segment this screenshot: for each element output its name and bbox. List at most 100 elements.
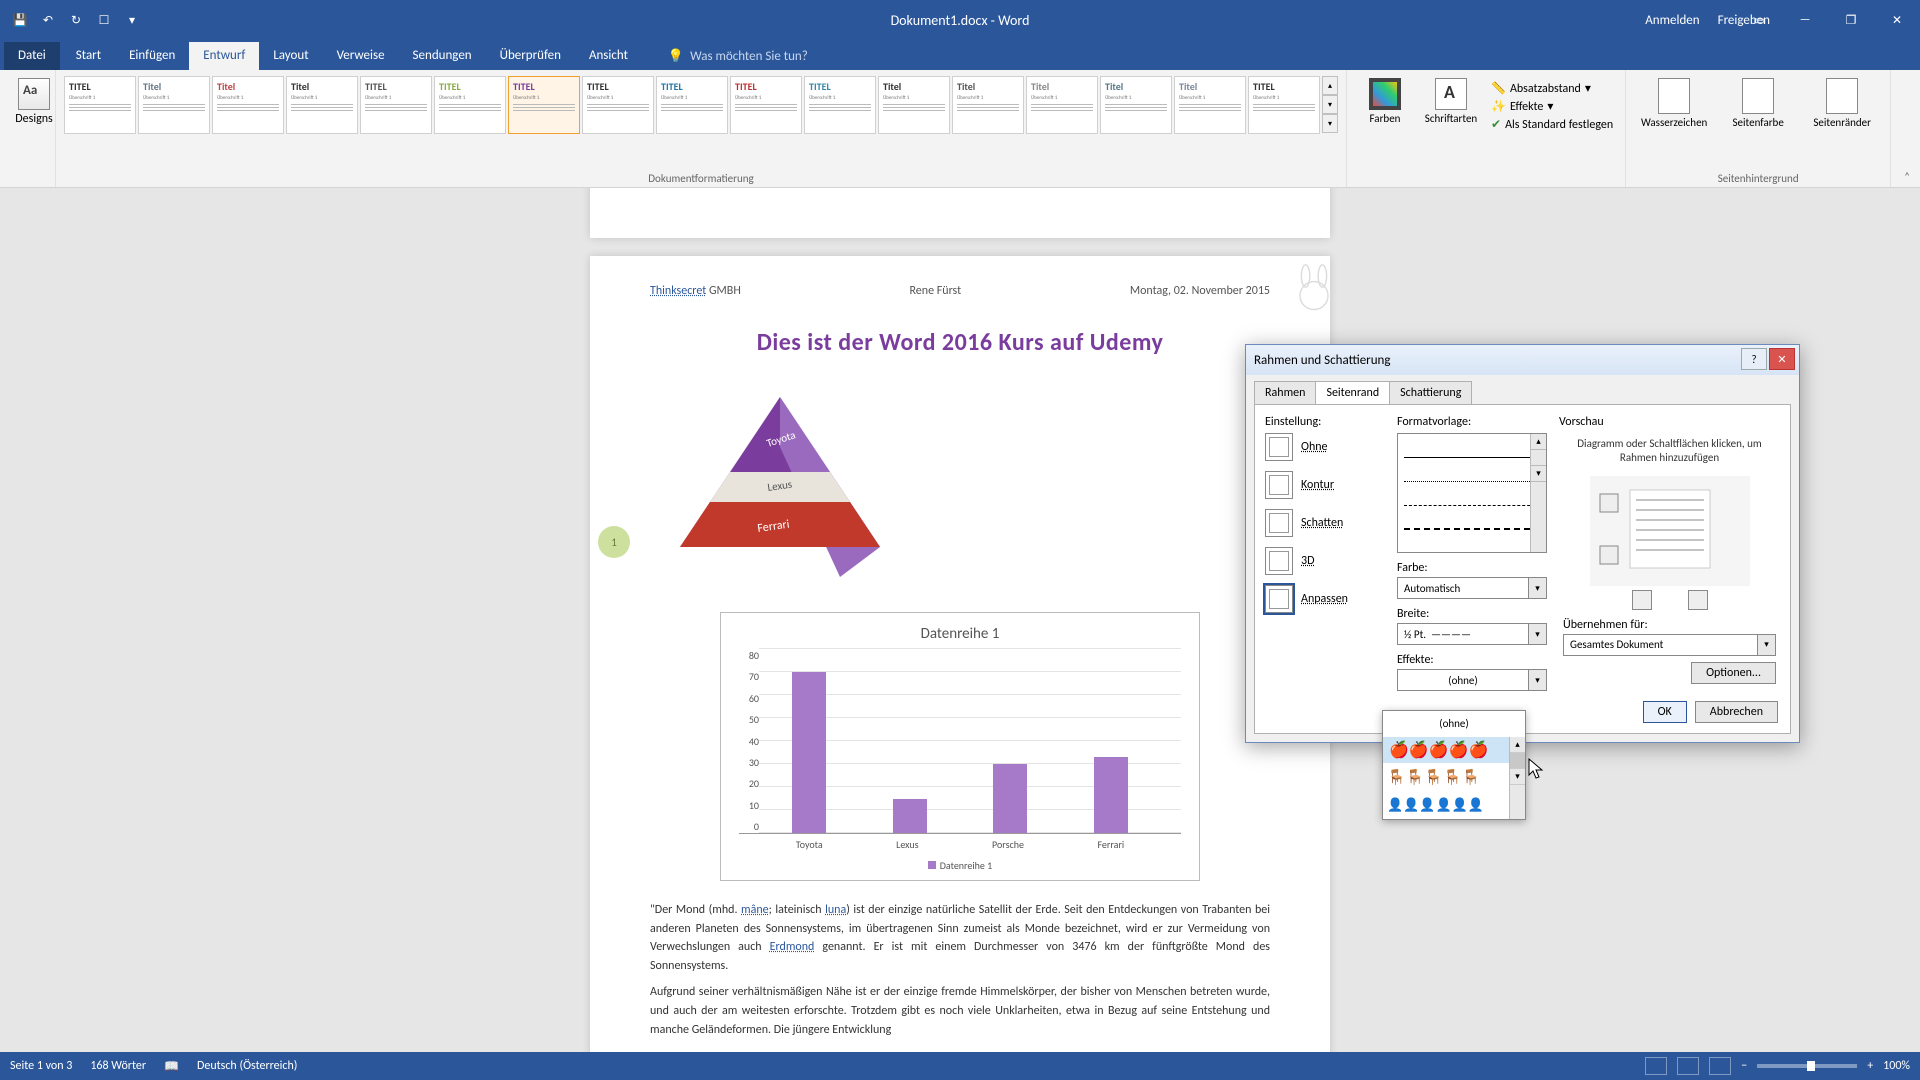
- einstellung-label: Einstellung:: [1265, 415, 1385, 429]
- undo-icon[interactable]: ↶: [36, 8, 60, 32]
- effekte-label: Effekte:: [1397, 653, 1547, 667]
- zoom-out-icon[interactable]: −: [1741, 1059, 1747, 1073]
- border-bottom-right-button[interactable]: [1688, 590, 1708, 610]
- view-web-icon[interactable]: [1709, 1057, 1731, 1075]
- ribbon-display-icon[interactable]: ▭: [1736, 0, 1782, 40]
- style-gallery-item[interactable]: TITELÜberschrift 1: [64, 76, 136, 134]
- minimize-icon[interactable]: —: [1782, 0, 1828, 40]
- header-company: Thinksecret: [650, 284, 706, 298]
- opt-ohne[interactable]: Ohne: [1265, 433, 1385, 461]
- dialog-titlebar[interactable]: Rahmen und Schattierung ? ✕: [1246, 345, 1799, 375]
- tab-start[interactable]: Start: [62, 42, 115, 70]
- fx-scrollbar[interactable]: ▴ ▾: [1509, 737, 1525, 819]
- view-print-icon[interactable]: [1677, 1057, 1699, 1075]
- fx-item-none[interactable]: (ohne): [1383, 711, 1525, 737]
- dialog-tab-seitenrand[interactable]: Seitenrand: [1315, 381, 1390, 404]
- dialog-tab-rahmen[interactable]: Rahmen: [1254, 381, 1316, 404]
- uebernehmen-combo[interactable]: Gesamtes Dokument▾: [1563, 634, 1776, 656]
- ok-button[interactable]: OK: [1643, 701, 1687, 723]
- check-icon: ✔: [1491, 117, 1501, 132]
- border-bottom-left-button[interactable]: [1632, 590, 1652, 610]
- style-gallery-item[interactable]: TitelÜberschrift 1: [138, 76, 210, 134]
- style-gallery-item[interactable]: TitelÜberschrift 1: [286, 76, 358, 134]
- style-gallery-item[interactable]: TitelÜberschrift 1: [1100, 76, 1172, 134]
- schriftarten-button[interactable]: Schriftarten: [1421, 78, 1481, 133]
- opt-kontur[interactable]: Kontur: [1265, 471, 1385, 499]
- preview-diagram[interactable]: [1590, 476, 1750, 586]
- style-gallery-item[interactable]: TitelÜberschrift 1: [1026, 76, 1098, 134]
- collapse-ribbon-icon[interactable]: ˄: [1898, 168, 1916, 185]
- signin-link[interactable]: Anmelden: [1645, 13, 1699, 28]
- fx-item-apples[interactable]: 🍎🍎🍎🍎🍎: [1383, 737, 1525, 763]
- tab-layout[interactable]: Layout: [259, 42, 322, 70]
- dialog-tabs: Rahmen Seitenrand Schattierung: [1246, 375, 1799, 404]
- style-gallery-item[interactable]: TITELÜberschrift 1: [656, 76, 728, 134]
- status-page[interactable]: Seite 1 von 3: [10, 1059, 72, 1073]
- status-language[interactable]: Deutsch (Österreich): [197, 1059, 297, 1073]
- tab-file[interactable]: Datei: [4, 42, 60, 70]
- style-gallery-item[interactable]: TITELÜberschrift 1: [434, 76, 506, 134]
- status-words[interactable]: 168 Wörter: [90, 1059, 146, 1073]
- fx-item-chairs[interactable]: 🪑🪑🪑🪑🪑: [1383, 763, 1525, 791]
- qat-dropdown-icon[interactable]: ▾: [120, 8, 144, 32]
- style-gallery-item[interactable]: TITELÜberschrift 1: [1248, 76, 1320, 134]
- dialog-tab-schattierung[interactable]: Schattierung: [1389, 381, 1472, 404]
- style-gallery-item[interactable]: TitelÜberschrift 1: [952, 76, 1024, 134]
- style-gallery-item[interactable]: TitelÜberschrift 1: [212, 76, 284, 134]
- farben-button[interactable]: Farben: [1355, 78, 1415, 133]
- absatzabstand-button[interactable]: 📏 Absatzabstand ▾: [1487, 80, 1617, 97]
- zoom-slider[interactable]: [1757, 1064, 1857, 1068]
- style-gallery-item[interactable]: TITELÜberschrift 1: [804, 76, 876, 134]
- als-standard-button[interactable]: ✔Als Standard festlegen: [1487, 116, 1617, 133]
- tab-entwurf[interactable]: Entwurf: [189, 42, 259, 70]
- tab-verweise[interactable]: Verweise: [323, 42, 399, 70]
- designs-button[interactable]: Designs: [8, 74, 60, 126]
- close-icon[interactable]: ✕: [1874, 0, 1920, 40]
- style-gallery-item[interactable]: TITELÜberschrift 1: [582, 76, 654, 134]
- effekte-combo[interactable]: (ohne)▾: [1397, 669, 1547, 691]
- maximize-icon[interactable]: ❐: [1828, 0, 1874, 40]
- group-color-font: Farben Schriftarten 📏 Absatzabstand ▾ ✨ …: [1347, 70, 1626, 187]
- style-gallery-item[interactable]: TitelÜberschrift 1: [1174, 76, 1246, 134]
- chart-container[interactable]: Datenreihe 1 01020304050607080 ToyotaLex…: [720, 612, 1200, 881]
- style-gallery-item[interactable]: TITELÜberschrift 1: [730, 76, 802, 134]
- redo-icon[interactable]: ↻: [64, 8, 88, 32]
- status-proofing-icon[interactable]: 📖: [164, 1059, 179, 1074]
- style-scrollbar[interactable]: ▴▾: [1530, 434, 1546, 552]
- style-gallery-item[interactable]: TITELÜberschrift 1: [508, 76, 580, 134]
- optionen-button[interactable]: Optionen...: [1691, 662, 1776, 684]
- tab-ansicht[interactable]: Ansicht: [575, 42, 642, 70]
- touch-mode-icon[interactable]: ☐: [92, 8, 116, 32]
- line-style-list[interactable]: ▴▾: [1397, 433, 1547, 553]
- view-read-icon[interactable]: [1645, 1057, 1667, 1075]
- breite-combo[interactable]: ½ Pt. ————▾: [1397, 623, 1547, 645]
- style-gallery-item[interactable]: TitelÜberschrift 1: [878, 76, 950, 134]
- opt-schatten[interactable]: Schatten: [1265, 509, 1385, 537]
- zoom-value[interactable]: 100%: [1883, 1059, 1910, 1073]
- seitenfarbe-button[interactable]: Seitenfarbe: [1718, 78, 1798, 129]
- tab-sendungen[interactable]: Sendungen: [399, 42, 486, 70]
- gallery-scrollbar[interactable]: ▴▾▾: [1322, 76, 1338, 133]
- fx-item-people[interactable]: 👤👤👤👤👤👤: [1383, 791, 1525, 819]
- dialog-help-icon[interactable]: ?: [1741, 348, 1767, 370]
- style-column: Formatvorlage: ▴▾ Farbe: Automatisch▾ Br…: [1397, 415, 1547, 691]
- effekte-button[interactable]: ✨ Effekte ▾: [1487, 98, 1617, 115]
- save-icon[interactable]: 💾: [8, 8, 32, 32]
- wasserzeichen-button[interactable]: Wasserzeichen: [1634, 78, 1714, 129]
- vorschau-label: Vorschau: [1559, 415, 1780, 429]
- abbrechen-button[interactable]: Abbrechen: [1695, 701, 1778, 723]
- opt-3d[interactable]: 3D: [1265, 547, 1385, 575]
- zoom-in-icon[interactable]: +: [1867, 1059, 1873, 1073]
- document-page[interactable]: Thinksecret GMBH Rene Fürst Montag, 02. …: [590, 256, 1330, 1052]
- farbe-combo[interactable]: Automatisch▾: [1397, 577, 1547, 599]
- tab-einfuegen[interactable]: Einfügen: [115, 42, 189, 70]
- tab-ueberpruefen[interactable]: Überprüfen: [486, 42, 575, 70]
- header-author: Rene Fürst: [909, 284, 961, 298]
- comment-marker[interactable]: 1: [598, 526, 630, 558]
- dialog-close-icon[interactable]: ✕: [1769, 348, 1795, 370]
- style-gallery-item[interactable]: TITELÜberschrift 1: [360, 76, 432, 134]
- style-gallery: TITELÜberschrift 1TitelÜberschrift 1Tite…: [64, 74, 1338, 134]
- opt-anpassen[interactable]: Anpassen: [1265, 585, 1385, 613]
- tell-me-search[interactable]: 💡 Was möchten Sie tun?: [662, 43, 814, 70]
- seitenraender-button[interactable]: Seitenränder: [1802, 78, 1882, 129]
